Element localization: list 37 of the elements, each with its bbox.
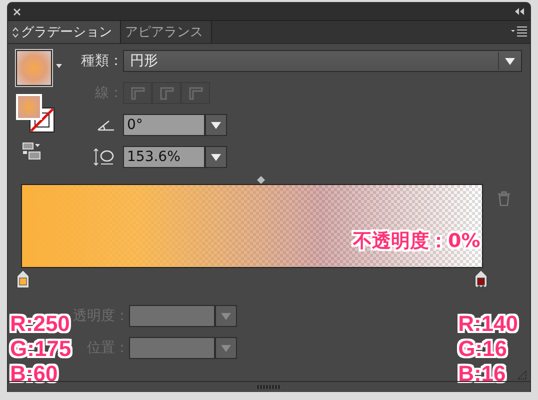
- panel-tab[interactable]: グラデーション: [8, 21, 121, 43]
- sort-icon: [12, 26, 19, 38]
- input-field[interactable]: [129, 305, 215, 327]
- type-dropdown[interactable]: 円形: [123, 50, 522, 72]
- caret-icon: [211, 154, 221, 160]
- color-annotation: R:250: [10, 311, 71, 336]
- color-annotation: B:16: [458, 361, 507, 386]
- caret-icon: [221, 312, 231, 320]
- aspect-ratio-icon: [93, 148, 115, 166]
- fill-stroke-icon[interactable]: [16, 94, 56, 134]
- angle-icon: [97, 119, 115, 131]
- type-label: 種類：: [80, 52, 123, 70]
- corner-icon: [130, 86, 146, 100]
- caret-icon: [505, 58, 515, 64]
- caret-icon: [211, 122, 221, 128]
- color-annotation: B:60: [10, 361, 59, 386]
- color-stop[interactable]: [16, 269, 30, 289]
- color-annotation: G:175: [10, 336, 72, 361]
- input-field[interactable]: [129, 337, 215, 359]
- corner-icon: [188, 86, 204, 100]
- caret-icon: [221, 344, 231, 352]
- gradient-swatch[interactable]: [16, 50, 52, 86]
- close-icon[interactable]: [13, 8, 21, 16]
- panel-tab[interactable]: アピアランス: [121, 21, 212, 43]
- dropdown-button[interactable]: [205, 114, 227, 136]
- color-annotation: G:16: [458, 336, 508, 361]
- menu-icon[interactable]: [511, 26, 527, 38]
- collapse-icon[interactable]: [515, 8, 525, 15]
- arrange-icon[interactable]: [22, 142, 42, 160]
- color-stop[interactable]: [474, 269, 488, 289]
- aspect-ratio-field[interactable]: 153.6%: [123, 146, 205, 168]
- dropdown-button[interactable]: [205, 146, 227, 168]
- corner-icon: [158, 86, 174, 100]
- angle-field[interactable]: 0°: [123, 114, 205, 136]
- color-annotation: R:140: [458, 311, 518, 336]
- caret-icon[interactable]: [56, 64, 62, 68]
- resize-grip-icon[interactable]: [257, 385, 281, 389]
